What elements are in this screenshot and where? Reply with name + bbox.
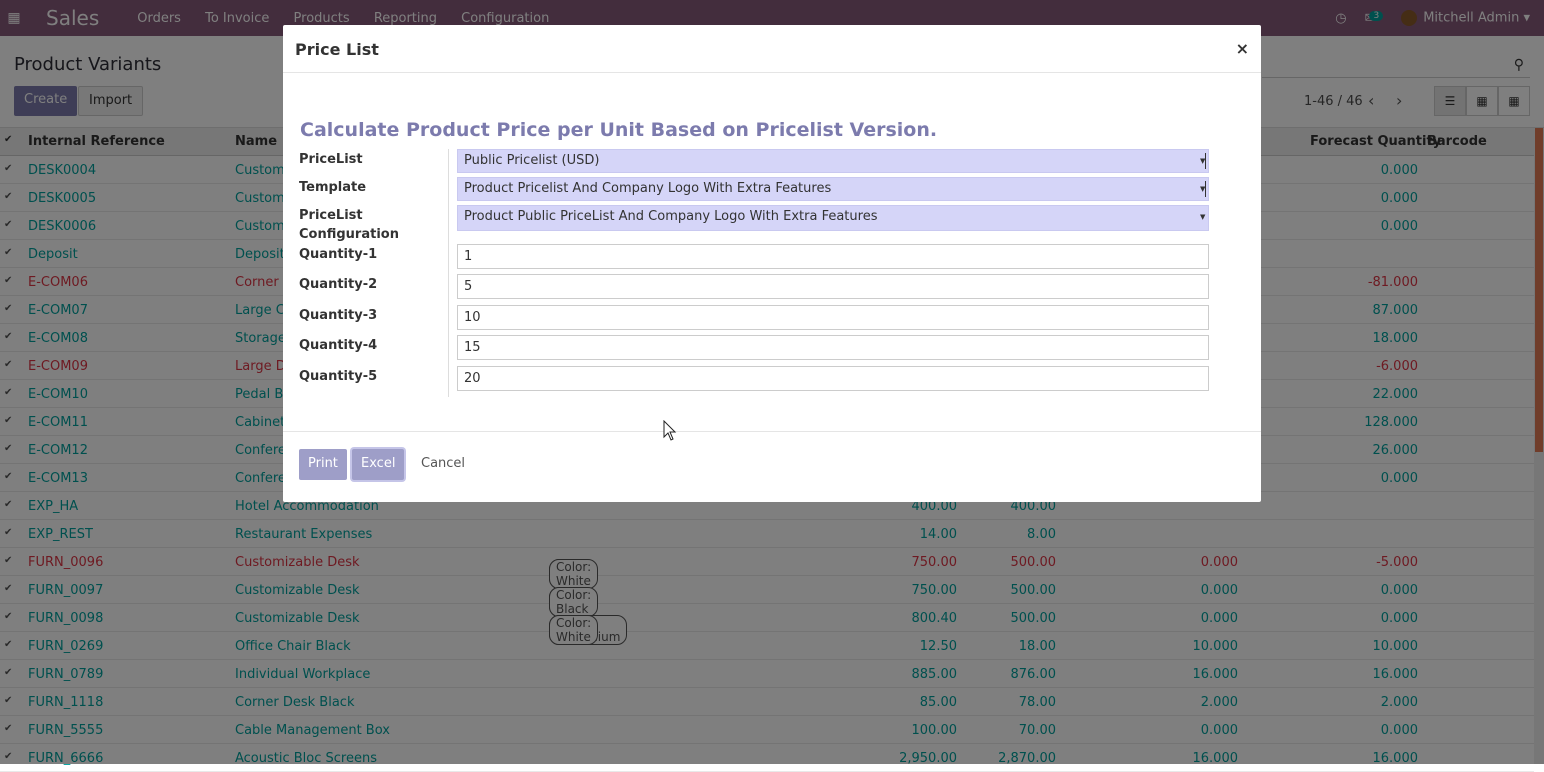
price-list-dialog: Price List × Calculate Product Price per…: [283, 25, 1261, 502]
template-label: Template: [299, 180, 367, 195]
template-select[interactable]: Product Pricelist And Company Logo With …: [457, 177, 1209, 201]
quantity-4-label: Quantity-4: [299, 338, 378, 353]
pricelist-configuration-value: Product Public PriceList And Company Log…: [464, 209, 878, 224]
pricelist-select[interactable]: Public Pricelist (USD) ▼: [457, 149, 1209, 173]
dialog-footer: Print Excel Cancel: [283, 431, 1261, 502]
label-separator: [448, 149, 449, 397]
quantity-2-input[interactable]: 5: [457, 274, 1209, 299]
pricelist-configuration-label-line1: PriceList: [299, 208, 363, 223]
quantity-1-input[interactable]: 1: [457, 244, 1209, 269]
quantity-3-label: Quantity-3: [299, 308, 378, 323]
cancel-button[interactable]: Cancel: [421, 456, 465, 471]
quantity-3-input[interactable]: 10: [457, 305, 1209, 330]
dialog-title: Price List: [283, 25, 1261, 73]
template-value: Product Pricelist And Company Logo With …: [464, 181, 832, 196]
quantity-5-label: Quantity-5: [299, 369, 378, 384]
pricelist-value: Public Pricelist (USD): [464, 153, 600, 168]
dropdown-arrow-icon: ▼: [1200, 213, 1206, 221]
excel-button[interactable]: Excel: [352, 449, 405, 480]
quantity-5-input[interactable]: 20: [457, 366, 1209, 391]
quantity-4-input[interactable]: 15: [457, 335, 1209, 360]
dropdown-arrow-icon: ▼: [1200, 181, 1206, 197]
pricelist-configuration-label-line2: Configuration: [299, 227, 399, 242]
print-button[interactable]: Print: [299, 449, 347, 480]
dialog-heading: Calculate Product Price per Unit Based o…: [300, 119, 938, 141]
mouse-cursor-icon: [663, 420, 677, 441]
pricelist-configuration-select[interactable]: Product Public PriceList And Company Log…: [457, 205, 1209, 231]
dropdown-arrow-icon: ▼: [1200, 153, 1206, 169]
quantity-1-label: Quantity-1: [299, 247, 378, 262]
quantity-2-label: Quantity-2: [299, 277, 378, 292]
close-icon[interactable]: ×: [1236, 39, 1249, 58]
pricelist-label: PriceList: [299, 152, 363, 167]
